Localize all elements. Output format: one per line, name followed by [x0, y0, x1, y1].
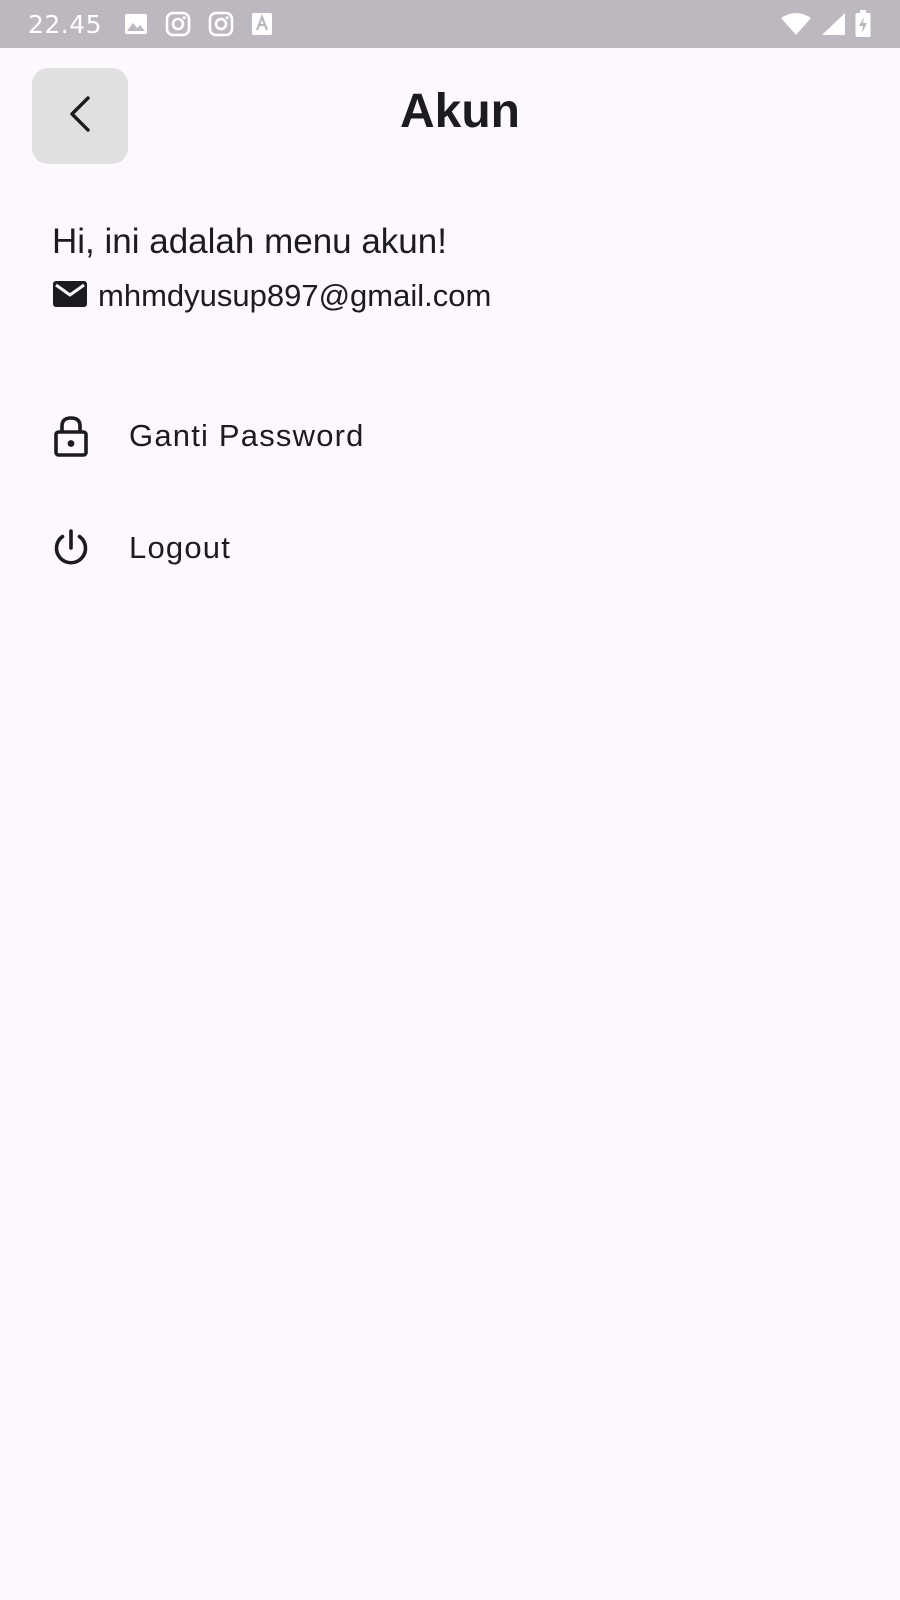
wifi-icon — [780, 12, 812, 36]
app-bar: Akun — [0, 48, 900, 184]
menu-item-change-password[interactable]: Ganti Password — [0, 386, 900, 486]
system-icons — [780, 10, 872, 38]
font-icon — [251, 12, 273, 36]
greeting-text: Hi, ini adalah menu akun! — [52, 222, 447, 261]
menu-item-label: Ganti Password — [129, 418, 365, 453]
signal-icon — [820, 12, 846, 36]
lock-icon — [51, 416, 91, 457]
page-title: Akun — [400, 85, 520, 138]
battery-charging-icon — [854, 10, 872, 38]
status-bar: 22.45 — [0, 0, 900, 48]
email-row: mhmdyusup897@gmail.com — [52, 278, 491, 314]
menu-item-label: Logout — [129, 530, 232, 565]
mail-icon — [52, 279, 88, 314]
status-time: 22.45 — [28, 9, 103, 39]
menu-item-logout[interactable]: Logout — [0, 498, 900, 598]
instagram-icon — [165, 11, 191, 37]
image-icon — [124, 12, 148, 36]
instagram-icon — [208, 11, 234, 37]
email-text: mhmdyusup897@gmail.com — [98, 278, 492, 313]
power-icon — [51, 528, 91, 568]
notification-icons — [124, 11, 273, 37]
